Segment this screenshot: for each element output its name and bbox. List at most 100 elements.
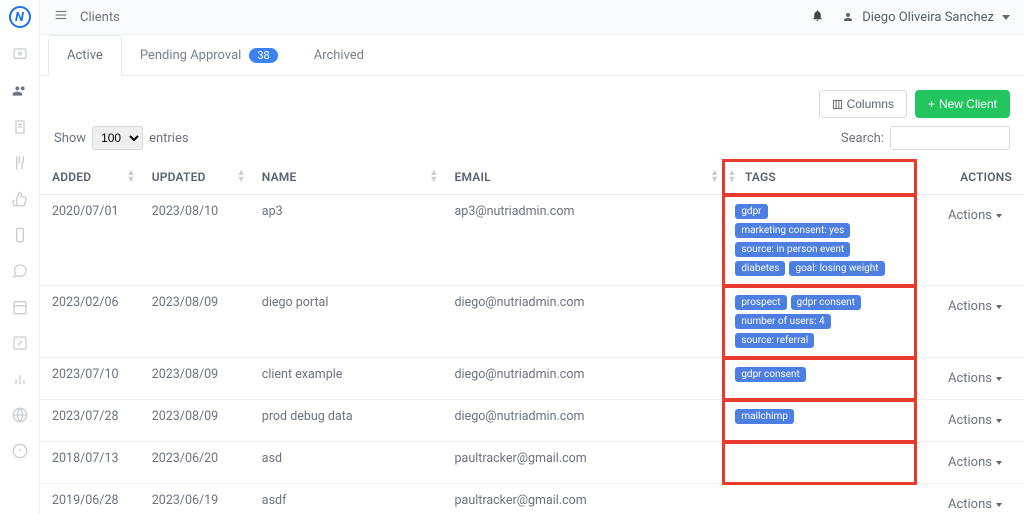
globe-icon[interactable] — [11, 406, 29, 424]
table-row: 2020/07/012023/08/10ap3ap3@nutriadmin.co… — [40, 195, 1024, 286]
chevron-down-icon — [996, 214, 1002, 218]
search-label: Search: — [841, 131, 884, 146]
cell-updated: 2023/08/09 — [140, 358, 250, 400]
meals-icon[interactable] — [11, 154, 29, 172]
records-icon[interactable] — [11, 118, 29, 136]
search-input[interactable] — [890, 126, 1010, 150]
calendar-icon[interactable] — [11, 298, 29, 316]
show-label: Show — [54, 131, 86, 146]
chart-icon[interactable] — [11, 370, 29, 388]
th-actions: ACTIONS — [916, 160, 1024, 195]
tag-chip[interactable]: gdpr — [735, 204, 767, 219]
th-updated[interactable]: UPDATED▲▼ — [140, 160, 250, 195]
cell-added: 2023/07/10 — [40, 358, 140, 400]
th-name[interactable]: NAME▲▼ — [250, 160, 443, 195]
cell-added: 2023/02/06 — [40, 286, 140, 358]
tab-active[interactable]: Active — [48, 35, 122, 76]
tag-chip[interactable]: gdpr consent — [791, 295, 861, 310]
tag-chip[interactable]: gdpr consent — [735, 367, 805, 382]
cell-updated: 2023/06/20 — [140, 442, 250, 484]
th-added[interactable]: ADDED▲▼ — [40, 160, 140, 195]
hamburger-icon[interactable] — [54, 8, 68, 26]
user-menu[interactable]: Diego Oliveira Sanchez — [842, 10, 1010, 25]
table-row: 2023/07/102023/08/09client examplediego@… — [40, 358, 1024, 400]
cell-tags: gdpr marketing consent: yes source: in per… — [723, 195, 916, 286]
chat-icon[interactable] — [11, 262, 29, 280]
tag-chip[interactable]: source: referral — [735, 333, 814, 348]
th-email[interactable]: EMAIL▲▼ — [443, 160, 724, 195]
cell-email: diego@nutriadmin.com — [443, 286, 724, 358]
chevron-down-icon — [996, 461, 1002, 465]
tab-archived[interactable]: Archived — [296, 35, 382, 75]
chevron-down-icon — [996, 419, 1002, 423]
tag-chip[interactable]: goal: losing weight — [789, 261, 884, 276]
cell-added: 2018/07/13 — [40, 442, 140, 484]
cell-updated: 2023/08/09 — [140, 286, 250, 358]
sort-icon: ▲▼ — [429, 170, 438, 184]
help-icon[interactable] — [11, 442, 29, 460]
th-tags[interactable]: ▲▼ TAGS — [723, 160, 916, 195]
table-row: 2023/07/282023/08/09prod debug datadiego… — [40, 400, 1024, 442]
cell-name: ap3 — [250, 195, 443, 286]
cell-email: diego@nutriadmin.com — [443, 400, 724, 442]
tag-chip[interactable]: number of users: 4 — [735, 314, 830, 329]
tag-chip[interactable]: prospect — [735, 295, 786, 310]
cell-email: ap3@nutriadmin.com — [443, 195, 724, 286]
cell-updated: 2023/06/19 — [140, 484, 250, 514]
cell-name: client example — [250, 358, 443, 400]
pending-count-badge: 38 — [249, 48, 277, 63]
actions-button[interactable]: Actions — [938, 451, 1012, 474]
clients-icon[interactable] — [11, 82, 29, 100]
sort-icon: ▲▼ — [710, 170, 719, 184]
edit-icon[interactable] — [11, 334, 29, 352]
per-page-select[interactable]: 100 — [92, 126, 143, 150]
cell-added: 2020/07/01 — [40, 195, 140, 286]
chevron-down-icon — [1002, 15, 1010, 20]
table-controls: Show 100 entries Search: — [40, 122, 1024, 160]
cell-name: asdf — [250, 484, 443, 514]
cell-tags — [723, 442, 916, 484]
table-row: 2023/02/062023/08/09diego portaldiego@nu… — [40, 286, 1024, 358]
cell-updated: 2023/08/09 — [140, 400, 250, 442]
tag-chip[interactable]: diabetes — [735, 261, 785, 276]
tag-chip[interactable]: mailchimp — [735, 409, 794, 424]
thumbs-icon[interactable] — [11, 190, 29, 208]
cell-tags — [723, 484, 916, 514]
columns-icon — [832, 99, 843, 110]
tag-chip[interactable]: source: in person event — [735, 242, 850, 257]
tag-chip[interactable]: marketing consent: yes — [735, 223, 850, 238]
cell-email: diego@nutriadmin.com — [443, 358, 724, 400]
chevron-down-icon — [996, 305, 1002, 309]
table-row: 2019/06/282023/06/19asdfpaultracker@gmai… — [40, 484, 1024, 514]
cell-tags: gdpr consent — [723, 358, 916, 400]
bell-icon[interactable] — [811, 9, 824, 26]
cell-added: 2023/07/28 — [40, 400, 140, 442]
actions-button[interactable]: Actions — [938, 204, 1012, 227]
cell-actions: Actions — [916, 400, 1024, 442]
table-row: 2018/07/132023/06/20asdpaultracker@gmail… — [40, 442, 1024, 484]
actions-button[interactable]: Actions — [938, 295, 1012, 318]
sort-icon: ▲▼ — [727, 170, 736, 184]
plus-icon: + — [928, 97, 935, 111]
cell-actions: Actions — [916, 484, 1024, 514]
dashboard-icon[interactable] — [11, 46, 29, 64]
columns-button[interactable]: Columns — [819, 90, 907, 118]
sort-icon: ▲▼ — [237, 170, 246, 184]
actions-button[interactable]: Actions — [938, 367, 1012, 390]
cell-name: asd — [250, 442, 443, 484]
cell-actions: Actions — [916, 286, 1024, 358]
tab-pending[interactable]: Pending Approval 38 — [122, 35, 296, 75]
cell-name: prod debug data — [250, 400, 443, 442]
logo-icon[interactable]: N — [9, 6, 31, 28]
actions-button[interactable]: Actions — [938, 493, 1012, 514]
cell-email: paultracker@gmail.com — [443, 484, 724, 514]
cell-added: 2019/06/28 — [40, 484, 140, 514]
mobile-icon[interactable] — [11, 226, 29, 244]
actions-button[interactable]: Actions — [938, 409, 1012, 432]
new-client-button[interactable]: + New Client — [915, 90, 1010, 118]
user-icon — [842, 11, 854, 23]
topbar: Clients Diego Oliveira Sanchez — [40, 0, 1024, 34]
cell-actions: Actions — [916, 358, 1024, 400]
clients-table: ADDED▲▼ UPDATED▲▼ NAME▲▼ EMAIL▲▼ ▲▼ TAGS… — [40, 160, 1024, 514]
cell-tags: mailchimp — [723, 400, 916, 442]
